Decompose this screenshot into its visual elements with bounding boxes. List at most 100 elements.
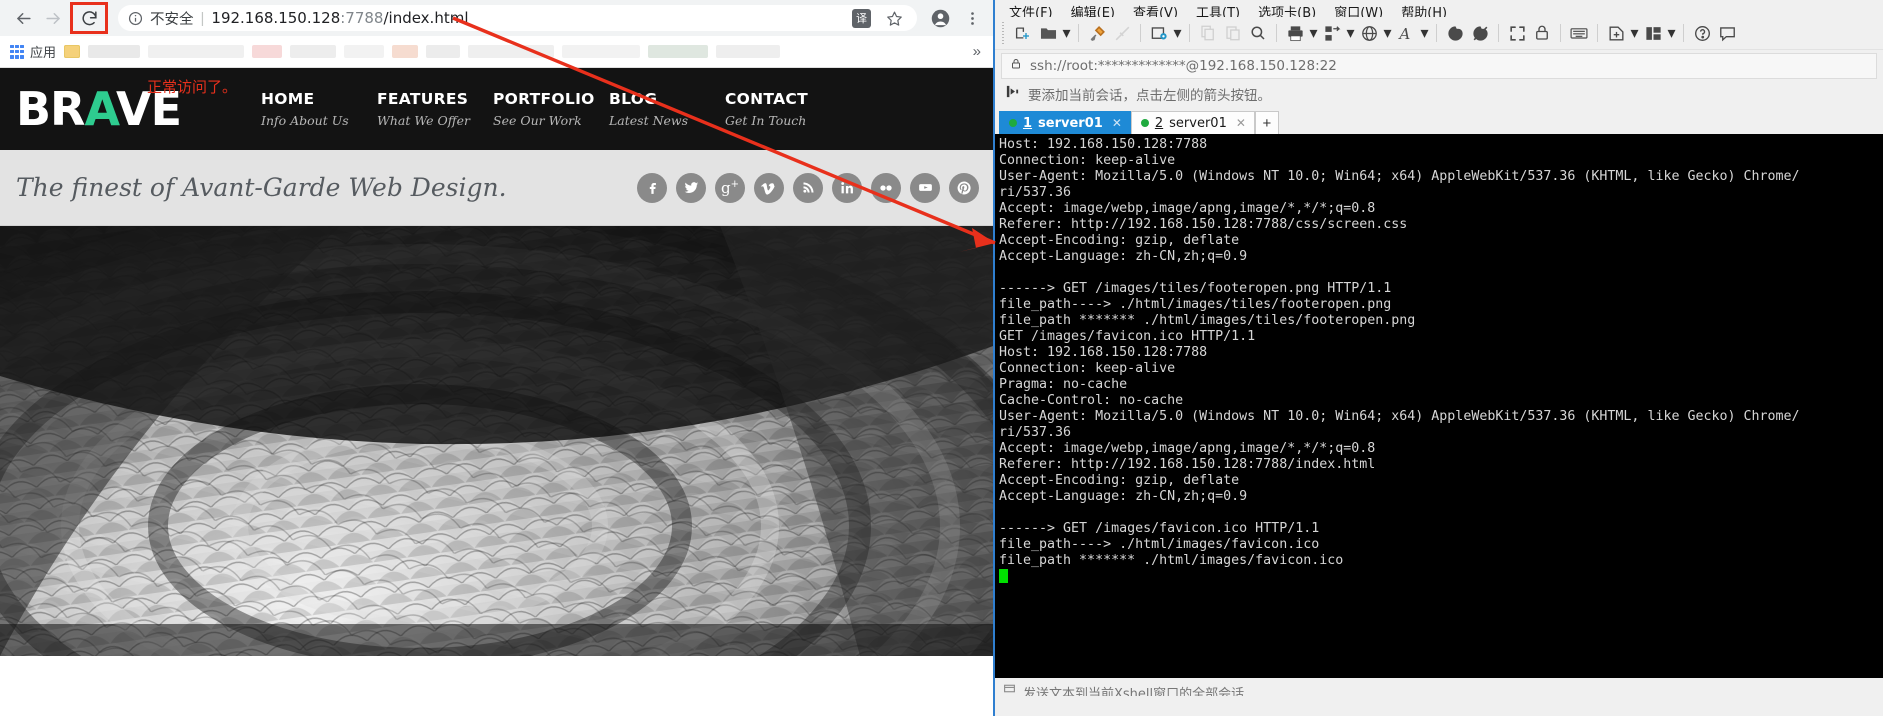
feedback-icon[interactable] bbox=[1715, 20, 1739, 46]
terminal-output[interactable]: Host: 192.168.150.128:7788Connection: ke… bbox=[995, 134, 1883, 678]
bookmark-star-icon[interactable] bbox=[881, 5, 907, 31]
rss-icon[interactable] bbox=[793, 173, 823, 203]
session-connected-dot-icon bbox=[1009, 119, 1017, 127]
toolbar-separator bbox=[1078, 24, 1079, 42]
hero-image bbox=[0, 226, 993, 656]
facebook-icon[interactable] bbox=[637, 173, 667, 203]
google-plus-icon[interactable]: g+ bbox=[715, 173, 745, 203]
font-dropdown-icon[interactable]: ▾ bbox=[1419, 23, 1430, 43]
bookmark-folder-icon[interactable] bbox=[64, 45, 80, 58]
layout-dropdown-icon[interactable]: ▾ bbox=[1666, 23, 1677, 43]
bookmark-item[interactable] bbox=[426, 45, 460, 58]
font-icon[interactable]: A bbox=[1394, 20, 1418, 46]
bookmark-item[interactable] bbox=[648, 45, 708, 58]
back-button[interactable] bbox=[8, 3, 38, 33]
toolbar-grip[interactable] bbox=[1001, 22, 1006, 44]
close-tab-icon[interactable]: ✕ bbox=[1236, 116, 1246, 130]
xshell-menubar: 文件(F) 编辑(E) 查看(V) 工具(T) 选项卡(B) 窗口(W) 帮助(… bbox=[995, 0, 1883, 17]
fullscreen-icon[interactable] bbox=[1505, 20, 1529, 46]
logo-accent-letter: A bbox=[84, 82, 115, 136]
address-bar[interactable]: 不安全 | 192.168.150.128:7788/index.html 译 bbox=[118, 5, 917, 31]
print-dropdown-icon[interactable]: ▾ bbox=[1308, 23, 1319, 43]
close-tab-icon[interactable]: ✕ bbox=[1112, 116, 1122, 130]
bookmark-item[interactable] bbox=[88, 45, 140, 58]
twitter-icon[interactable] bbox=[676, 173, 706, 203]
find-icon[interactable] bbox=[1246, 20, 1270, 46]
properties-dropdown-icon[interactable]: ▾ bbox=[1172, 23, 1183, 43]
add-session-arrow-icon[interactable] bbox=[1005, 84, 1020, 104]
open-session-icon[interactable] bbox=[1036, 20, 1060, 46]
menu-tools[interactable]: 工具(T) bbox=[1196, 6, 1240, 17]
bookmarks-overflow-button[interactable]: » bbox=[973, 43, 983, 60]
omnibox-separator: | bbox=[201, 10, 205, 27]
translate-icon[interactable]: 译 bbox=[852, 9, 871, 28]
session-tab-label: server01 bbox=[1038, 116, 1103, 131]
terminal-line: ------> GET /images/tiles/footeropen.png… bbox=[999, 281, 1883, 297]
new-session-icon[interactable] bbox=[1011, 20, 1035, 46]
session-address-bar[interactable]: ssh://root:*************@192.168.150.128… bbox=[1001, 53, 1877, 79]
vimeo-icon[interactable] bbox=[754, 173, 784, 203]
session-tab-2[interactable]: 2 server01 ✕ bbox=[1131, 111, 1255, 134]
menu-help[interactable]: 帮助(H) bbox=[1401, 6, 1447, 17]
globe-icon[interactable] bbox=[1357, 20, 1381, 46]
add-to-folder-icon[interactable] bbox=[1604, 20, 1628, 46]
send-to-all-sessions-icon[interactable] bbox=[1003, 682, 1016, 696]
terminal-line: Accept-Language: zh-CN,zh;q=0.9 bbox=[999, 249, 1883, 265]
menu-tabs[interactable]: 选项卡(B) bbox=[1258, 6, 1316, 17]
reload-button[interactable] bbox=[74, 3, 104, 33]
terminal-line: ri/537.36 bbox=[999, 425, 1883, 441]
copy-icon[interactable] bbox=[1196, 20, 1220, 46]
add-dropdown-icon[interactable]: ▾ bbox=[1629, 23, 1640, 43]
bookmark-item[interactable] bbox=[148, 45, 244, 58]
paste-icon[interactable] bbox=[1221, 20, 1245, 46]
bookmark-item[interactable] bbox=[344, 45, 384, 58]
layout-icon[interactable] bbox=[1641, 20, 1665, 46]
menu-view[interactable]: 查看(V) bbox=[1133, 6, 1178, 17]
forward-button[interactable] bbox=[38, 3, 68, 33]
nav-item-blog[interactable]: BLOG Latest News bbox=[609, 90, 725, 129]
keyboard-icon[interactable] bbox=[1567, 20, 1591, 46]
flickr-icon[interactable] bbox=[871, 173, 901, 203]
bookmark-item[interactable] bbox=[290, 45, 336, 58]
nav-item-contact[interactable]: CONTACT Get In Touch bbox=[725, 90, 841, 129]
new-tab-button[interactable]: + bbox=[1255, 111, 1279, 134]
nav-item-home[interactable]: HOME Info About Us bbox=[261, 90, 377, 129]
lock-icon[interactable] bbox=[1530, 20, 1554, 46]
youtube-icon[interactable] bbox=[910, 173, 940, 203]
apps-shortcut[interactable]: 应用 bbox=[10, 42, 56, 61]
linkedin-icon[interactable] bbox=[832, 173, 862, 203]
bookmark-item[interactable] bbox=[468, 45, 554, 58]
session-properties-icon[interactable] bbox=[1147, 20, 1171, 46]
print-icon[interactable] bbox=[1283, 20, 1307, 46]
reconnect-icon[interactable] bbox=[1110, 20, 1134, 46]
session-tab-1[interactable]: 1 server01 ✕ bbox=[999, 111, 1131, 134]
menu-window[interactable]: 窗口(W) bbox=[1334, 6, 1383, 17]
terminal-line: ------> GET /images/favicon.ico HTTP/1.1 bbox=[999, 521, 1883, 537]
menu-file[interactable]: 文件(F) bbox=[1009, 6, 1053, 17]
globe-dropdown-icon[interactable]: ▾ bbox=[1382, 23, 1393, 43]
log-record-icon[interactable] bbox=[1443, 20, 1467, 46]
chrome-menu-icon[interactable] bbox=[959, 5, 985, 31]
profile-avatar-icon[interactable] bbox=[927, 5, 953, 31]
menu-edit[interactable]: 编辑(E) bbox=[1071, 6, 1115, 17]
bookmark-item[interactable] bbox=[252, 45, 282, 58]
disconnect-icon[interactable] bbox=[1085, 20, 1109, 46]
bookmark-item[interactable] bbox=[562, 45, 640, 58]
info-icon[interactable] bbox=[128, 11, 143, 26]
terminal-line: Accept: image/webp,image/apng,image/*,*/… bbox=[999, 441, 1883, 457]
transfer-dropdown-icon[interactable]: ▾ bbox=[1345, 23, 1356, 43]
nav-item-features[interactable]: FEATURES What We Offer bbox=[377, 90, 493, 129]
terminal-cursor-line bbox=[999, 569, 1883, 586]
bookmark-item[interactable] bbox=[392, 45, 418, 58]
url-text: 192.168.150.128:7788/index.html bbox=[211, 9, 468, 27]
nav-subtitle: See Our Work bbox=[493, 113, 609, 128]
file-transfer-icon[interactable] bbox=[1320, 20, 1344, 46]
help-icon[interactable] bbox=[1690, 20, 1714, 46]
log-stop-icon[interactable] bbox=[1468, 20, 1492, 46]
nav-item-portfolio[interactable]: PORTFOLIO See Our Work bbox=[493, 90, 609, 129]
bookmark-item[interactable] bbox=[716, 45, 780, 58]
pinterest-icon[interactable] bbox=[949, 173, 979, 203]
toolbar-separator bbox=[1498, 24, 1499, 42]
open-session-dropdown-icon[interactable]: ▾ bbox=[1061, 23, 1072, 43]
terminal-line: Connection: keep-alive bbox=[999, 153, 1883, 169]
